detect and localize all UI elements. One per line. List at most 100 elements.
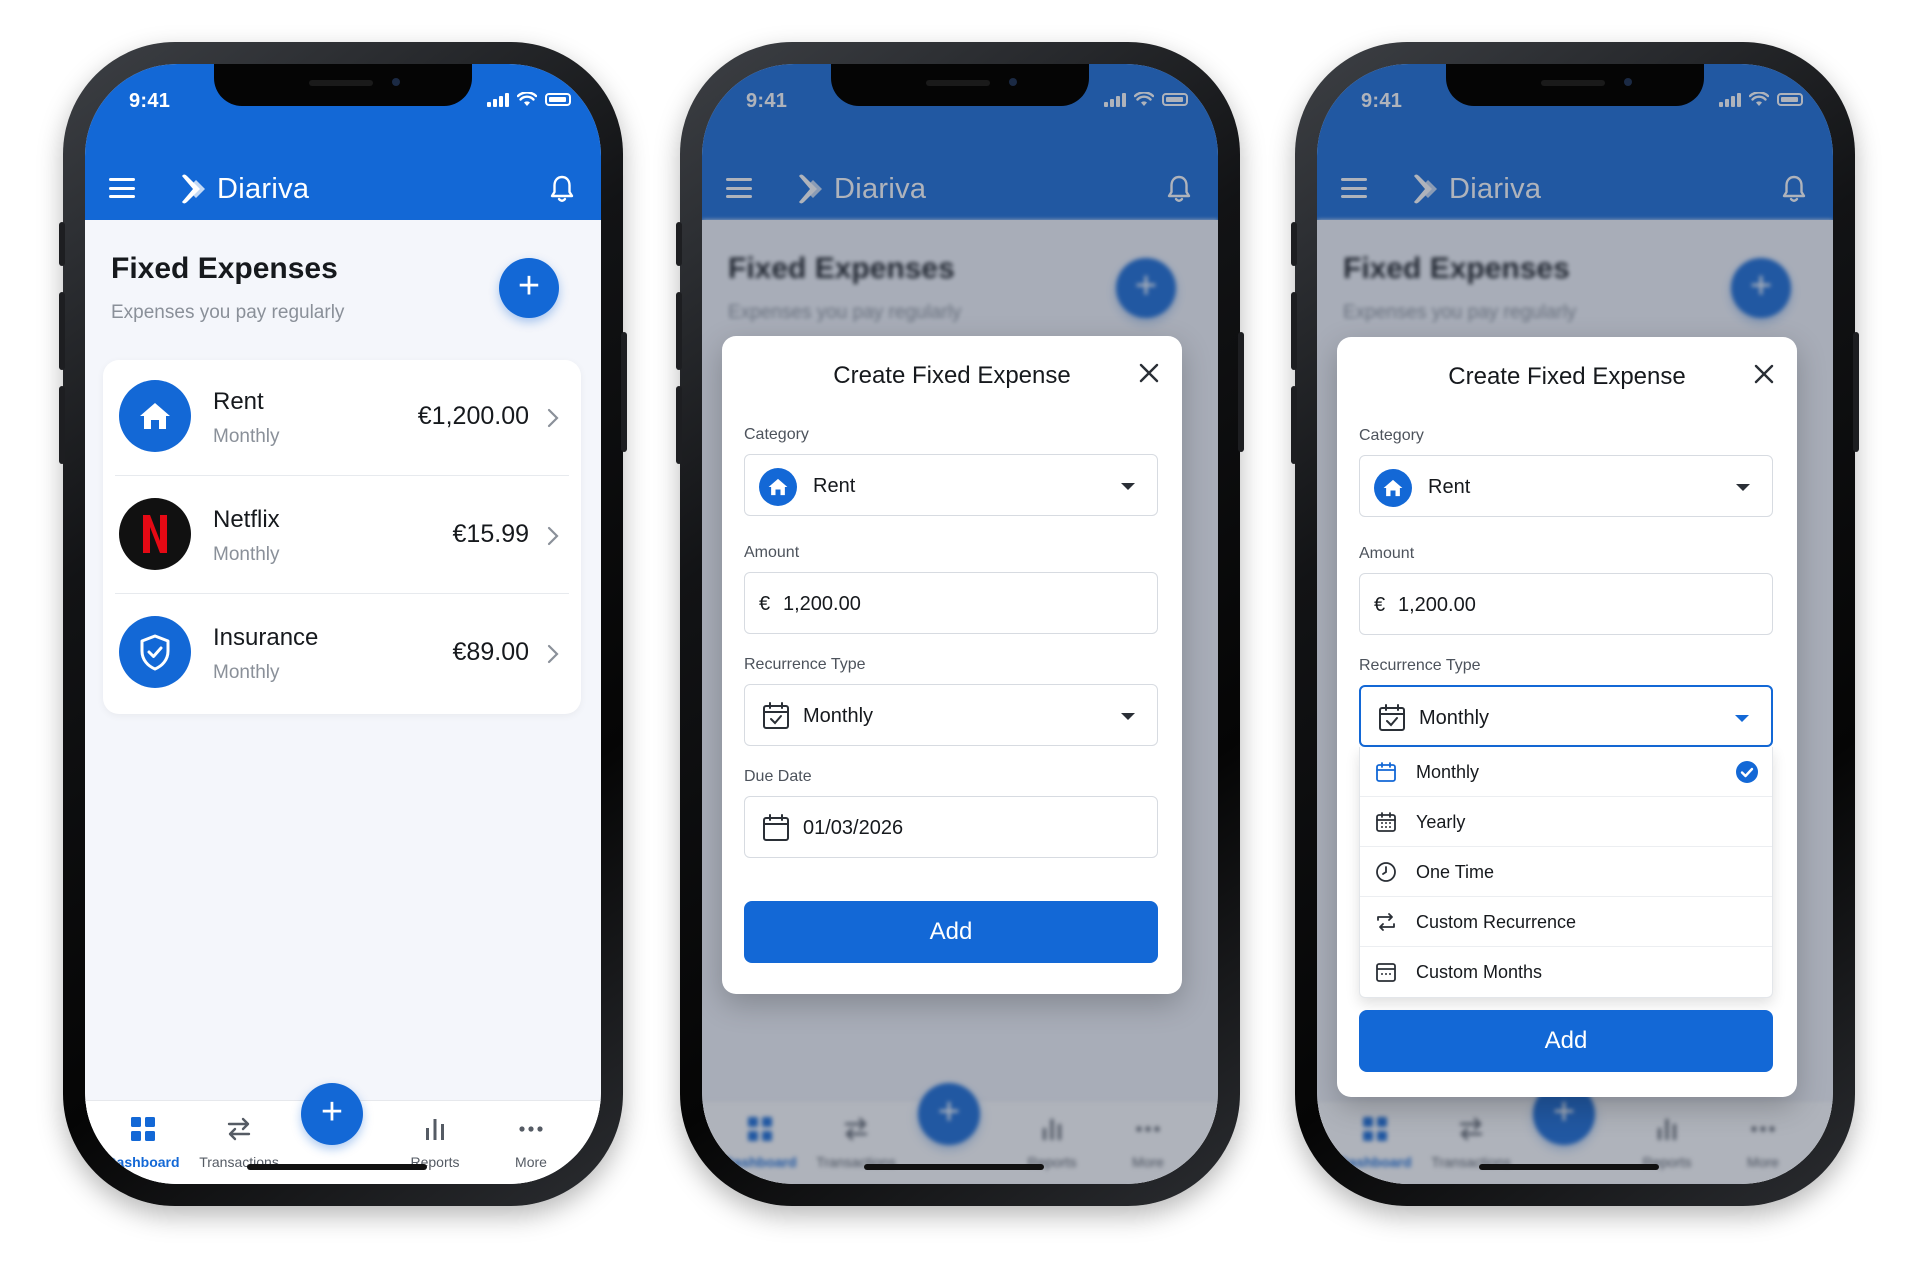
- recurrence-options: Monthly Yearly One Time Custom Recurrenc…: [1359, 747, 1773, 998]
- recurrence-label: Recurrence Type: [744, 656, 866, 673]
- house-icon: [1374, 469, 1412, 507]
- expense-item-rent[interactable]: Rent Monthly €1,200.00: [103, 360, 581, 476]
- page-title: Fixed Expenses: [111, 252, 338, 285]
- amount-value: 1,200.00: [1398, 594, 1476, 616]
- recurrence-select[interactable]: Monthly: [744, 684, 1158, 746]
- calendar-icon: [1376, 762, 1396, 782]
- shield-icon: [119, 616, 191, 688]
- transfer-icon: [227, 1117, 251, 1141]
- expense-amount: €15.99: [452, 520, 529, 548]
- chevron-down-icon: [1121, 713, 1135, 720]
- battery-icon: [545, 93, 571, 106]
- dashboard-icon: [131, 1117, 155, 1141]
- option-one-time[interactable]: One Time: [1360, 847, 1772, 897]
- modal-title: Create Fixed Expense: [1448, 363, 1686, 390]
- bell-icon[interactable]: [549, 174, 575, 204]
- expense-name: Rent: [213, 388, 264, 415]
- screen-recurrence-dropdown: 9:41 Diariva Fixed Expenses Expenses you…: [1317, 64, 1833, 1184]
- expense-item-insurance[interactable]: Insurance Monthly €89.00: [103, 596, 581, 712]
- expense-list: Rent Monthly €1,200.00 Netflix Monthly €…: [103, 360, 581, 714]
- amount-input[interactable]: € 1,200.00: [744, 572, 1158, 634]
- calendar-icon: [763, 814, 789, 841]
- currency-symbol: €: [1374, 594, 1386, 616]
- phone-frame-dropdown: 9:41 Diariva Fixed Expenses Expenses you…: [1291, 42, 1859, 1206]
- due-date-input[interactable]: 01/03/2026: [744, 796, 1158, 858]
- option-label: Yearly: [1416, 812, 1466, 832]
- home-indicator: [864, 1164, 1044, 1170]
- app-name: Diariva: [217, 172, 310, 205]
- phone-frame-list: 9:41 Diariva Fixed Expenses Expenses you…: [59, 42, 627, 1206]
- add-button[interactable]: Add: [1359, 1010, 1773, 1072]
- category-label: Category: [744, 426, 809, 443]
- option-monthly[interactable]: Monthly: [1360, 747, 1772, 797]
- notch: [214, 64, 472, 106]
- home-indicator: [1479, 1164, 1659, 1170]
- status-time: 9:41: [129, 90, 171, 112]
- amount-input[interactable]: € 1,200.00: [1359, 573, 1773, 635]
- more-icon: [519, 1126, 543, 1132]
- add-button[interactable]: Add: [744, 901, 1158, 963]
- expense-frequency: Monthly: [213, 662, 280, 683]
- expense-amount: €1,200.00: [417, 402, 529, 430]
- category-select[interactable]: Rent: [744, 454, 1158, 516]
- nav-add-button[interactable]: +: [301, 1083, 363, 1145]
- main-content: Fixed Expenses Expenses you pay regularl…: [85, 220, 601, 1184]
- close-icon[interactable]: [1753, 363, 1775, 385]
- screen-create-expense: 9:41 Diariva Fixed Expenses Expenses you…: [702, 64, 1218, 1184]
- wifi-icon: [517, 92, 537, 106]
- amount-label: Amount: [1359, 545, 1415, 562]
- expense-frequency: Monthly: [213, 544, 280, 565]
- nav-label: More: [515, 1154, 547, 1170]
- nav-reports[interactable]: Reports: [385, 1115, 485, 1170]
- calendar-icon: [1379, 704, 1405, 731]
- calendar-grid-icon: [1376, 812, 1396, 832]
- option-yearly[interactable]: Yearly: [1360, 797, 1772, 847]
- option-label: Monthly: [1416, 762, 1480, 782]
- chevron-down-icon: [1121, 483, 1135, 490]
- create-expense-modal: Create Fixed Expense Category Rent Amoun…: [722, 336, 1182, 994]
- category-value: Rent: [1428, 476, 1471, 498]
- option-custom-recurrence[interactable]: Custom Recurrence: [1360, 897, 1772, 947]
- expense-amount: €89.00: [452, 638, 529, 666]
- status-icons: [487, 92, 571, 107]
- netflix-logo: [119, 498, 191, 570]
- due-date-label: Due Date: [744, 768, 812, 785]
- category-select[interactable]: Rent: [1359, 455, 1773, 517]
- notch: [1446, 64, 1704, 106]
- app-logo: Diariva: [181, 172, 309, 206]
- nav-dashboard[interactable]: Dashboard: [93, 1115, 193, 1170]
- option-label: Custom Months: [1416, 962, 1543, 982]
- option-label: Custom Recurrence: [1416, 912, 1577, 932]
- modal-title: Create Fixed Expense: [833, 362, 1071, 389]
- page-subtitle: Expenses you pay regularly: [111, 302, 345, 323]
- calendar-icon: [763, 702, 789, 729]
- house-icon: [759, 468, 797, 506]
- create-expense-modal: Create Fixed Expense Category Rent Amoun…: [1337, 337, 1797, 1097]
- screen-fixed-expenses: 9:41 Diariva Fixed Expenses Expenses you…: [85, 64, 601, 1184]
- category-label: Category: [1359, 427, 1424, 444]
- expense-item-netflix[interactable]: Netflix Monthly €15.99: [103, 478, 581, 594]
- expense-name: Netflix: [213, 506, 280, 533]
- add-expense-button[interactable]: +: [499, 258, 559, 318]
- menu-icon[interactable]: [109, 178, 135, 198]
- currency-symbol: €: [759, 593, 771, 615]
- option-custom-months[interactable]: Custom Months: [1360, 947, 1772, 997]
- option-label: One Time: [1416, 862, 1495, 882]
- phone-frame-create: 9:41 Diariva Fixed Expenses Expenses you…: [676, 42, 1244, 1206]
- bar-chart-icon: [426, 1119, 444, 1140]
- repeat-icon: [1377, 913, 1395, 931]
- expense-frequency: Monthly: [213, 426, 280, 447]
- chevron-down-icon: [1735, 715, 1749, 722]
- check-icon: [1736, 761, 1758, 783]
- expense-name: Insurance: [213, 624, 319, 651]
- nav-more[interactable]: More: [481, 1115, 581, 1170]
- chevron-right-icon: [547, 526, 559, 546]
- recurrence-value: Monthly: [1419, 707, 1490, 729]
- recurrence-select[interactable]: Monthly: [1359, 685, 1773, 747]
- nav-label: Dashboard: [106, 1154, 180, 1170]
- close-icon[interactable]: [1138, 362, 1160, 384]
- nav-transactions[interactable]: Transactions: [189, 1115, 289, 1170]
- clock-icon: [1376, 862, 1396, 882]
- chevron-right-icon: [547, 408, 559, 428]
- signal-icon: [487, 92, 509, 107]
